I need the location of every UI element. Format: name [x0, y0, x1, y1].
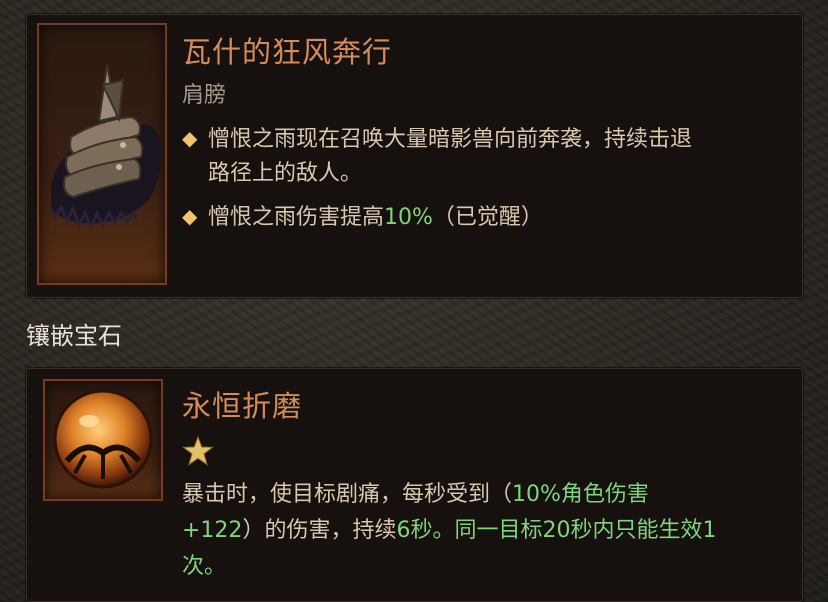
gem-desc-highlight: 6秒。同一目标20秒内只能生效1	[396, 518, 717, 543]
gem-thumbnail[interactable]	[43, 379, 163, 501]
affix-text: 憎恨之雨伤害提高	[208, 205, 385, 230]
gem-desc-highlight: 10%角色伤害	[512, 482, 649, 507]
item-tooltip-card: 瓦什的狂风奔行 肩膀 ◆ 憎恨之雨现在召唤大量暗影兽向前奔袭，持续击退 路径上的敌…	[26, 14, 803, 298]
diamond-bullet-icon: ◆	[182, 126, 198, 150]
affix-value: 10%	[384, 205, 433, 230]
gem-desc-highlight: 次。	[182, 554, 227, 579]
gem-tooltip-card: 永恒折磨 暴击时，使目标剧痛，每秒受到（10%角色伤害 +122）的伤害，持续6…	[26, 368, 803, 602]
amber-gem-icon	[53, 389, 153, 489]
diamond-bullet-icon: ◆	[182, 204, 198, 228]
affix-text-continued: 路径上的敌人。	[208, 161, 363, 186]
gem-desc-highlight: +122	[182, 518, 243, 543]
affix-text: 憎恨之雨现在召唤大量暗影兽向前奔袭，持续击退	[208, 127, 693, 152]
item-slot: 肩膀	[182, 83, 227, 108]
star-icon	[182, 435, 214, 466]
socketed-gems-heading: 镶嵌宝石	[26, 322, 122, 350]
item-thumbnail[interactable]	[37, 23, 167, 285]
affix-line: ◆ 憎恨之雨现在召唤大量暗影兽向前奔袭，持续击退 路径上的敌人。	[182, 121, 782, 191]
shoulder-armor-icon	[47, 64, 162, 231]
item-name: 瓦什的狂风奔行	[182, 35, 393, 69]
gem-description: 暴击时，使目标剧痛，每秒受到（10%角色伤害 +122）的伤害，持续6秒。同一目…	[182, 477, 794, 585]
gem-desc-text: ）的伤害，持续	[242, 518, 397, 543]
affix-suffix: （已觉醒）	[432, 205, 543, 230]
gem-desc-text: 暴击时，使目标剧痛，每秒受到（	[182, 482, 513, 507]
affix-line: ◆ 憎恨之雨伤害提高10%（已觉醒）	[182, 199, 782, 235]
gem-name: 永恒折磨	[182, 389, 303, 423]
